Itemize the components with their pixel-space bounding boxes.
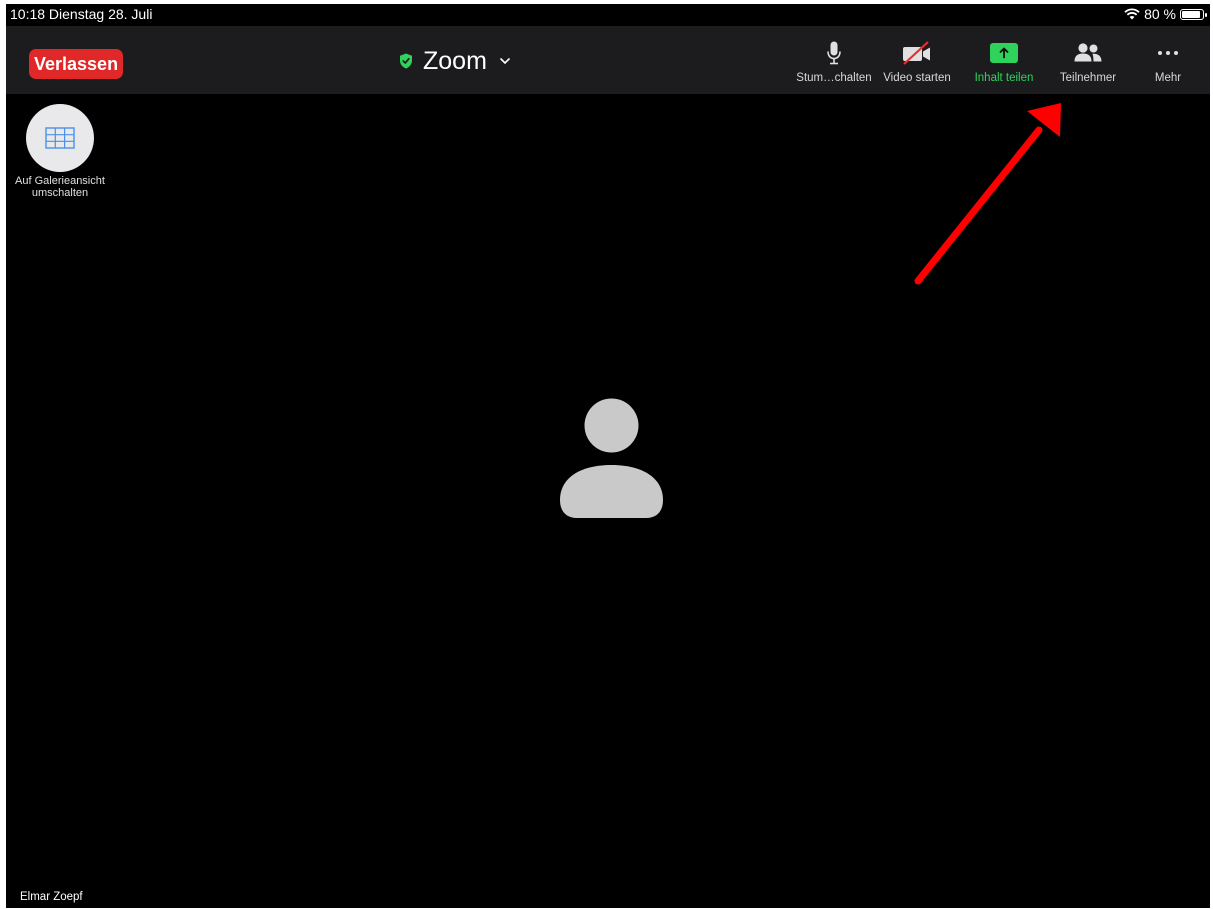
battery-icon — [1180, 8, 1207, 20]
avatar-placeholder-icon — [560, 398, 663, 518]
more-button[interactable]: Mehr — [1128, 40, 1208, 90]
start-video-button[interactable]: Video starten — [877, 40, 957, 90]
meeting-title: Zoom — [423, 46, 487, 75]
share-content-button[interactable]: Inhalt teilen — [964, 40, 1044, 90]
microphone-icon — [827, 41, 841, 65]
wifi-icon — [1124, 8, 1140, 20]
video-off-icon — [903, 41, 930, 65]
mute-button[interactable]: Stum…chalten — [794, 40, 874, 90]
meeting-title-button[interactable]: Zoom — [399, 46, 511, 76]
share-screen-icon — [990, 43, 1018, 63]
status-bar: 10:18 Dienstag 28. Juli 80 % — [6, 4, 1210, 26]
participants-button[interactable]: Teilnehmer — [1048, 40, 1128, 90]
zoom-meeting-screen: 10:18 Dienstag 28. Juli 80 % Verlassen Z… — [6, 4, 1210, 908]
participant-name: Elmar Zoepf — [20, 891, 83, 903]
share-content-label: Inhalt teilen — [974, 72, 1034, 84]
start-video-label: Video starten — [883, 72, 951, 84]
battery-percent: 80 % — [1144, 6, 1176, 22]
participants-label: Teilnehmer — [1059, 72, 1117, 84]
gallery-view-label: Auf Galerieansicht umschalten — [15, 175, 105, 199]
participants-icon — [1074, 43, 1102, 62]
grid-icon — [45, 127, 75, 149]
mute-label: Stum…chalten — [796, 72, 872, 84]
more-icon — [1158, 51, 1178, 55]
more-label: Mehr — [1154, 72, 1182, 84]
leave-button[interactable]: Verlassen — [29, 49, 124, 79]
shield-check-icon — [400, 53, 412, 69]
meeting-toolbar: Verlassen Zoom Stum…chalten Video starte… — [6, 26, 1210, 94]
gallery-view-button[interactable] — [26, 104, 94, 172]
status-right: 80 % — [1124, 6, 1207, 22]
chevron-down-icon — [500, 58, 510, 65]
status-time-date: 10:18 Dienstag 28. Juli — [10, 6, 153, 22]
